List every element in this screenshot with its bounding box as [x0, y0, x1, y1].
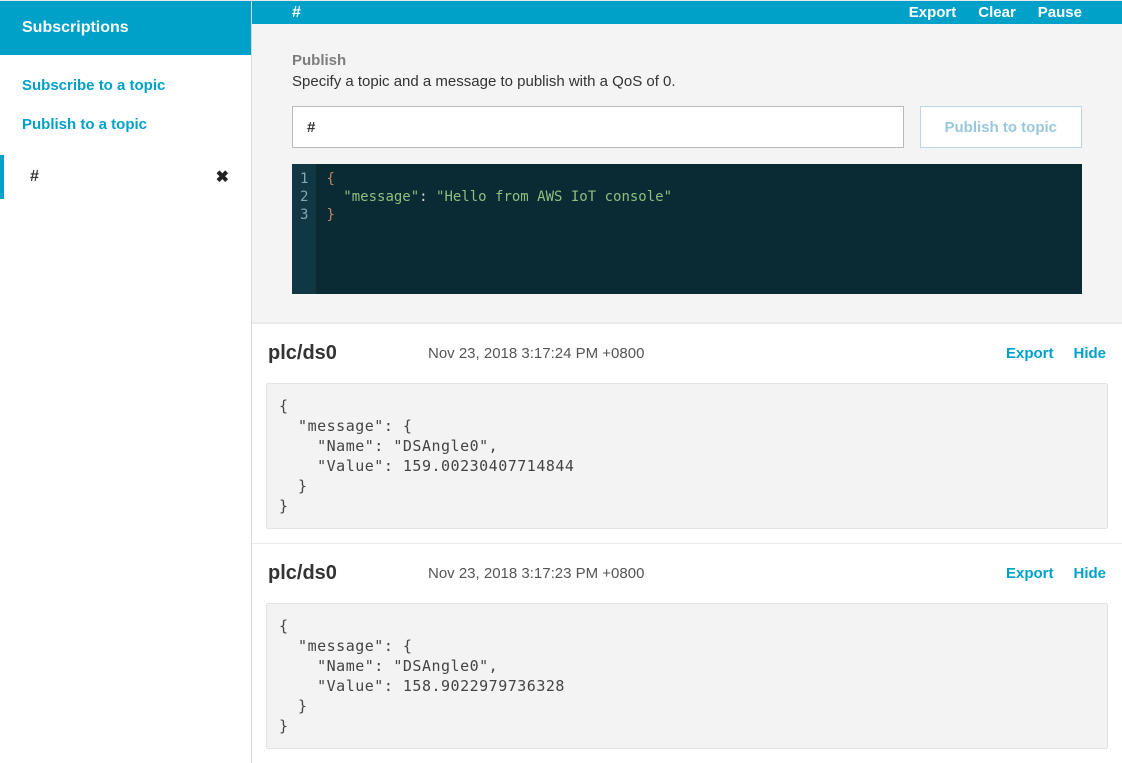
message-export-button[interactable]: Export: [1006, 345, 1054, 362]
message-actions: Export Hide: [1006, 565, 1106, 582]
topbar: # Export Clear Pause: [252, 1, 1122, 24]
sidebar-title: Subscriptions: [0, 1, 251, 55]
subscription-item-label: #: [30, 168, 39, 186]
pause-button[interactable]: Pause: [1038, 4, 1082, 21]
message-hide-button[interactable]: Hide: [1073, 565, 1106, 582]
publish-panel: Publish Specify a topic and a message to…: [252, 24, 1122, 323]
subscribe-link[interactable]: Subscribe to a topic: [22, 77, 229, 94]
publish-description: Specify a topic and a message to publish…: [292, 73, 1082, 90]
export-button[interactable]: Export: [909, 4, 957, 21]
message-topic: plc/ds0: [268, 562, 428, 585]
message-timestamp: Nov 23, 2018 3:17:24 PM +0800: [428, 345, 644, 362]
message-payload: { "message": { "Name": "DSAngle0", "Valu…: [266, 383, 1108, 529]
close-icon[interactable]: ✖: [216, 167, 229, 187]
editor-gutter: 123: [292, 164, 316, 294]
message-block: plc/ds0 Nov 23, 2018 3:17:24 PM +0800 Ex…: [252, 323, 1122, 529]
message-header: plc/ds0 Nov 23, 2018 3:17:24 PM +0800 Ex…: [252, 324, 1122, 383]
sidebar: Subscriptions Subscribe to a topic Publi…: [0, 1, 252, 763]
message-timestamp: Nov 23, 2018 3:17:23 PM +0800: [428, 565, 644, 582]
topbar-title: #: [292, 4, 301, 22]
payload-editor[interactable]: 123 { "message": "Hello from AWS IoT con…: [292, 164, 1082, 294]
publish-row: Publish to topic: [292, 106, 1082, 148]
topbar-actions: Export Clear Pause: [909, 4, 1082, 21]
message-list: plc/ds0 Nov 23, 2018 3:17:24 PM +0800 Ex…: [252, 323, 1122, 763]
clear-button[interactable]: Clear: [978, 4, 1016, 21]
publish-link[interactable]: Publish to a topic: [22, 116, 229, 133]
message-export-button[interactable]: Export: [1006, 565, 1054, 582]
message-topic: plc/ds0: [268, 342, 428, 365]
editor-code[interactable]: { "message": "Hello from AWS IoT console…: [316, 164, 682, 294]
topic-input[interactable]: [292, 106, 904, 148]
message-payload: { "message": { "Name": "DSAngle0", "Valu…: [266, 603, 1108, 749]
main-panel: # Export Clear Pause Publish Specify a t…: [252, 1, 1122, 763]
publish-to-topic-button[interactable]: Publish to topic: [920, 106, 1083, 148]
message-header: plc/ds0 Nov 23, 2018 3:17:23 PM +0800 Ex…: [252, 544, 1122, 603]
message-block: plc/ds0 Nov 23, 2018 3:17:23 PM +0800 Ex…: [252, 543, 1122, 749]
sidebar-links: Subscribe to a topic Publish to a topic: [0, 55, 251, 145]
subscription-item[interactable]: # ✖: [0, 155, 251, 199]
app-root: Subscriptions Subscribe to a topic Publi…: [0, 0, 1122, 763]
message-actions: Export Hide: [1006, 345, 1106, 362]
publish-heading: Publish: [292, 52, 1082, 69]
subscription-list: # ✖: [0, 155, 251, 199]
message-hide-button[interactable]: Hide: [1073, 345, 1106, 362]
